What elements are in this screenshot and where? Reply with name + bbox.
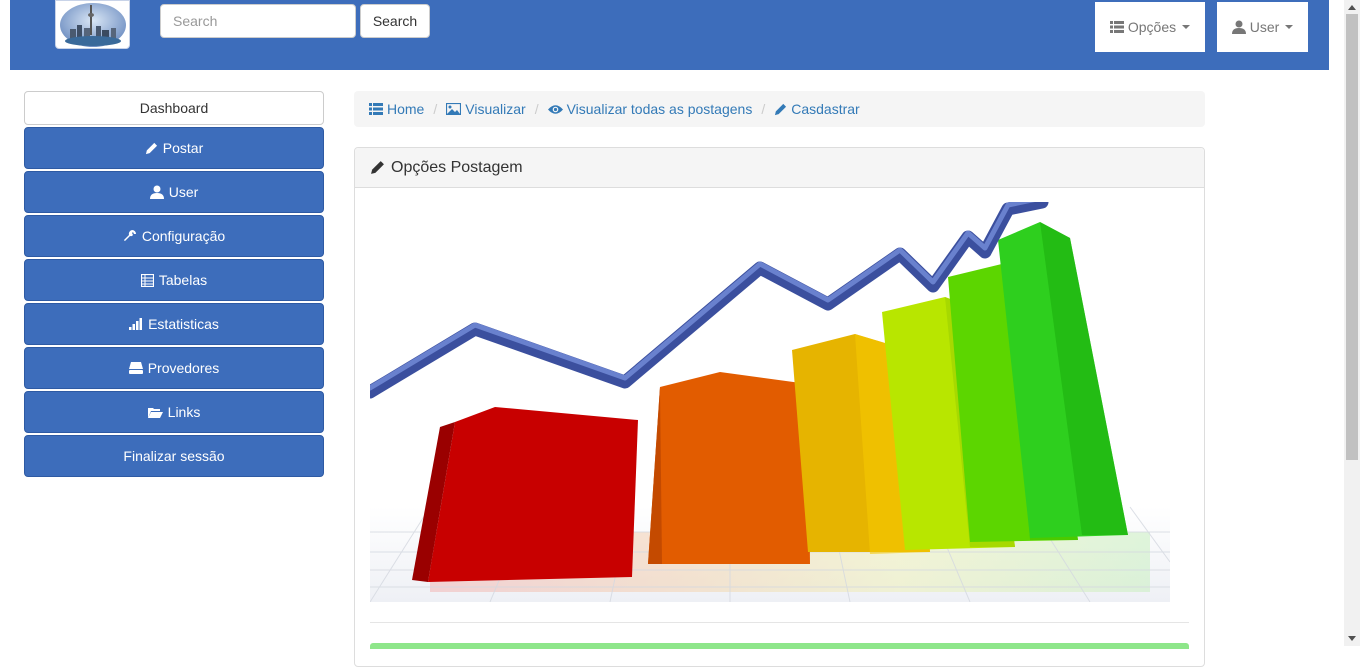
hdd-icon bbox=[128, 362, 143, 374]
user-label: User bbox=[1249, 19, 1280, 35]
sidebar-item-configuracao[interactable]: Configuração bbox=[24, 215, 324, 257]
breadcrumb-casdastrar[interactable]: Casdastrar bbox=[774, 101, 860, 117]
search-button[interactable]: Search bbox=[360, 4, 430, 38]
breadcrumb-home[interactable]: Home bbox=[369, 101, 424, 117]
pencil-icon bbox=[145, 142, 157, 154]
table-icon bbox=[140, 273, 154, 287]
pencil-icon bbox=[371, 161, 384, 174]
sidebar-item-label: User bbox=[168, 184, 199, 200]
top-navbar: Search Opções User bbox=[10, 0, 1329, 70]
bar-chart-growth-illustration bbox=[370, 202, 1170, 602]
caret-down-icon bbox=[1182, 25, 1191, 29]
scroll-up-arrow-icon[interactable] bbox=[1348, 5, 1356, 10]
picture-icon bbox=[446, 103, 462, 115]
site-logo[interactable] bbox=[55, 0, 130, 49]
scroll-thumb[interactable] bbox=[1346, 14, 1358, 460]
sidebar-item-label: Estatisticas bbox=[148, 316, 219, 332]
scroll-down-arrow-icon[interactable] bbox=[1348, 636, 1356, 641]
breadcrumb-visualizar[interactable]: Visualizar bbox=[446, 101, 526, 117]
panel-title: Opções Postagem bbox=[391, 158, 523, 176]
sidebar-item-label: Links bbox=[167, 404, 201, 420]
panel-divider bbox=[370, 622, 1189, 623]
search-input[interactable] bbox=[160, 4, 356, 38]
breadcrumb-separator: / bbox=[433, 101, 438, 117]
sidebar-item-postar[interactable]: Postar bbox=[24, 127, 324, 169]
sidebar-item-label: Finalizar sessão bbox=[123, 448, 225, 464]
sidebar-item-label: Dashboard bbox=[139, 100, 209, 116]
breadcrumb-label: Home bbox=[387, 101, 425, 117]
user-dropdown[interactable]: User bbox=[1217, 2, 1308, 52]
sidebar: Dashboard Postar User Configuração Tabel… bbox=[24, 91, 324, 479]
breadcrumb-separator: / bbox=[534, 101, 539, 117]
pencil-icon bbox=[775, 103, 787, 115]
wrench-icon bbox=[123, 230, 136, 241]
page-scrollbar[interactable] bbox=[1344, 0, 1360, 646]
list-icon bbox=[1109, 21, 1124, 33]
sidebar-item-label: Tabelas bbox=[158, 272, 208, 288]
list-icon bbox=[369, 103, 383, 115]
sidebar-item-label: Postar bbox=[162, 140, 204, 156]
panel-heading: Opções Postagem bbox=[355, 148, 1204, 188]
opcoes-label: Opções bbox=[1127, 19, 1177, 35]
eye-icon bbox=[547, 104, 563, 114]
caret-down-icon bbox=[1285, 25, 1294, 29]
folder-open-icon bbox=[147, 408, 163, 418]
post-options-panel: Opções Postagem bbox=[354, 147, 1205, 667]
signal-icon bbox=[129, 318, 143, 330]
city-logo-icon bbox=[60, 3, 126, 47]
sidebar-item-label: Configuração bbox=[141, 228, 226, 244]
breadcrumb-separator: / bbox=[761, 101, 766, 117]
user-icon bbox=[1231, 20, 1246, 34]
breadcrumb-label: Visualizar todas as postagens bbox=[566, 101, 753, 117]
sidebar-item-user[interactable]: User bbox=[24, 171, 324, 213]
sidebar-item-dashboard[interactable]: Dashboard bbox=[24, 91, 324, 125]
breadcrumb-label: Casdastrar bbox=[791, 101, 860, 117]
breadcrumb-visualizar-todas[interactable]: Visualizar todas as postagens bbox=[547, 101, 753, 117]
sidebar-item-finalizar-sessao[interactable]: Finalizar sessão bbox=[24, 435, 324, 477]
sidebar-item-label: Provedores bbox=[147, 360, 220, 376]
sidebar-item-provedores[interactable]: Provedores bbox=[24, 347, 324, 389]
sidebar-item-links[interactable]: Links bbox=[24, 391, 324, 433]
breadcrumb: Home / Visualizar / Visualizar todas as … bbox=[354, 91, 1205, 127]
success-alert-bar bbox=[370, 643, 1189, 649]
breadcrumb-label: Visualizar bbox=[465, 101, 526, 117]
user-icon bbox=[149, 185, 164, 199]
opcoes-dropdown[interactable]: Opções bbox=[1095, 2, 1205, 52]
sidebar-item-estatisticas[interactable]: Estatisticas bbox=[24, 303, 324, 345]
sidebar-item-tabelas[interactable]: Tabelas bbox=[24, 259, 324, 301]
